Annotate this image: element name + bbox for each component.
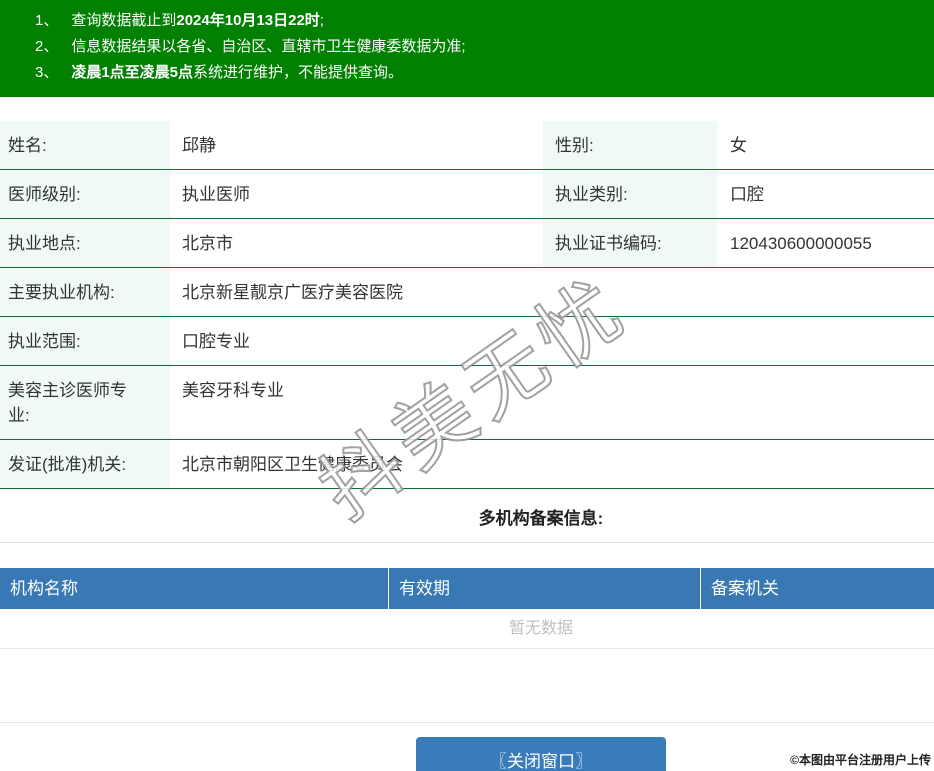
field-value-doctor-level: 执业医师 xyxy=(170,169,543,219)
info-row: 执业范围: 口腔专业 xyxy=(0,316,934,366)
field-label-doctor-level: 医师级别: xyxy=(0,169,170,219)
field-value-cosmetic-specialty: 美容牙科专业 xyxy=(170,365,934,440)
field-label-cosmetic-specialty-text: 美容主诊医师专业: xyxy=(8,381,127,425)
field-label-practice-scope: 执业范围: xyxy=(0,316,170,366)
info-row: 医师级别: 执业医师 执业类别: 口腔 xyxy=(0,169,934,219)
notice-text: 信息数据结果以各省、自治区、直辖市卫生健康委数据为准; xyxy=(71,38,466,55)
field-value-practice-scope: 口腔专业 xyxy=(170,316,934,366)
notice-banner: 1、 查询数据截止到2024年10月13日22时; 2、 信息数据结果以各省、自治区… xyxy=(0,0,934,97)
notice-number: 3、 xyxy=(35,64,59,81)
info-row: 执业地点: 北京市 执业证书编码: 120430600000055 xyxy=(0,218,934,268)
empty-state-text: 暂无数据 xyxy=(0,609,934,649)
multi-institution-section-title: 多机构备案信息: xyxy=(478,509,604,528)
column-header-validity-period: 有效期 xyxy=(388,568,700,609)
notice-text: 系统进行维护，不能提供查询。 xyxy=(193,64,404,81)
field-label-practice-category: 执业类别: xyxy=(543,169,717,219)
field-value-certificate-code: 120430600000055 xyxy=(717,218,934,268)
notice-line: 3、 凌晨1点至凌晨5点系统进行维护，不能提供查询。 xyxy=(0,60,934,86)
registration-table: 机构名称 有效期 备案机关 暂无数据 xyxy=(0,568,934,649)
field-label-certificate-code: 执业证书编码: xyxy=(543,218,717,268)
notice-text: ; xyxy=(319,12,324,29)
field-label-practice-place: 执业地点: xyxy=(0,218,170,268)
page: 1、 查询数据截止到2024年10月13日22时; 2、 信息数据结果以各省、自治区… xyxy=(0,0,934,771)
notice-number: 2、 xyxy=(35,38,59,55)
notice-line: 2、 信息数据结果以各省、自治区、直辖市卫生健康委数据为准; xyxy=(0,34,934,60)
divider xyxy=(0,722,934,723)
info-row: 主要执业机构: 北京新星靓京广医疗美容医院 xyxy=(0,267,934,317)
notice-text: 查询数据截止到 xyxy=(71,12,177,29)
field-label-gender: 性别: xyxy=(543,121,717,170)
field-value-issuing-authority: 北京市朝阳区卫生健康委员会 xyxy=(170,439,934,489)
info-row: 发证(批准)机关: 北京市朝阳区卫生健康委员会 xyxy=(0,439,934,489)
field-label-cosmetic-specialty: 美容主诊医师专业: xyxy=(0,365,170,440)
notice-number: 1、 xyxy=(35,12,59,29)
field-label-main-institution: 主要执业机构: xyxy=(0,267,170,317)
registration-table-header: 机构名称 有效期 备案机关 xyxy=(0,568,934,609)
divider xyxy=(0,542,934,543)
field-label-name: 姓名: xyxy=(0,121,170,170)
notice-text-bold: 2024年10月13日22时 xyxy=(176,12,320,29)
upload-credit-text: ©本图由平台注册用户上传 xyxy=(790,753,931,767)
column-header-filing-authority: 备案机关 xyxy=(700,568,934,609)
field-label-issuing-authority: 发证(批准)机关: xyxy=(0,439,170,489)
info-row: 姓名: 邱静 性别: 女 xyxy=(0,121,934,170)
doctor-info-table: 姓名: 邱静 性别: 女 医师级别: 执业医师 执业类别: 口腔 执业地点: 北… xyxy=(0,121,934,489)
field-value-practice-place: 北京市 xyxy=(170,218,543,268)
close-window-button[interactable]: 〖关闭窗口〗 xyxy=(416,737,666,771)
column-header-institution-name: 机构名称 xyxy=(10,579,78,598)
info-row: 美容主诊医师专业: 美容牙科专业 xyxy=(0,365,934,440)
field-value-practice-category: 口腔 xyxy=(717,169,934,219)
notice-text-bold: 凌晨1点至凌晨5点 xyxy=(71,64,194,81)
notice-line: 1、 查询数据截止到2024年10月13日22时; xyxy=(0,8,934,34)
field-value-main-institution: 北京新星靓京广医疗美容医院 xyxy=(170,267,934,317)
field-value-gender: 女 xyxy=(717,121,934,170)
field-value-name: 邱静 xyxy=(170,121,543,170)
